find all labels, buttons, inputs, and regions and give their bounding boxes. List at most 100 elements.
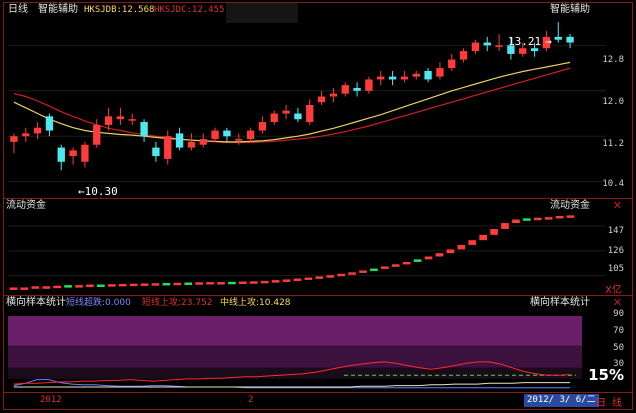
flow-bar — [402, 261, 411, 265]
flow-bar — [239, 281, 247, 285]
flow-bar — [555, 215, 564, 219]
candle-body — [436, 68, 444, 77]
candle-body — [270, 113, 278, 123]
candle-body — [22, 133, 30, 137]
candle-body — [93, 124, 101, 145]
candle-body — [412, 73, 420, 77]
candle-body — [128, 119, 136, 121]
candle-body — [223, 130, 231, 137]
sample-ytick-50: 50 — [613, 343, 624, 353]
price-chart[interactable] — [4, 3, 632, 199]
flow-bar — [217, 282, 225, 285]
flow-bar — [20, 287, 29, 290]
low-band — [8, 367, 582, 379]
candle-body — [530, 48, 539, 52]
flow-bar — [282, 279, 291, 282]
flow-ytick-105: 105 — [607, 264, 624, 274]
flow-bar — [523, 218, 531, 221]
main-price-panel[interactable]: 日线 智能辅助 HKSJDB:12.568 HKSJDC:12.455 智能辅助… — [4, 3, 632, 199]
ytick-11-2: 11.2 — [602, 139, 624, 149]
flow-bar — [228, 281, 236, 285]
candle-body — [33, 127, 42, 134]
flow-bar — [544, 217, 553, 220]
overbought-band — [8, 316, 582, 346]
flow-bar — [260, 280, 269, 284]
candle-body — [329, 93, 338, 97]
flow-bar — [533, 217, 542, 221]
flow-bar — [413, 259, 422, 262]
candle-body — [448, 59, 456, 69]
flow-bar — [446, 249, 455, 254]
sample-ytick-90: 90 — [613, 309, 624, 319]
axis-month: 2 — [248, 395, 254, 405]
flow-bar — [271, 280, 280, 283]
candle-body — [377, 76, 385, 80]
high-price-value: 13.21 — [508, 35, 542, 48]
flow-bar — [370, 268, 378, 272]
flow-bar — [118, 283, 127, 287]
candle-body — [554, 36, 562, 40]
candle-body — [152, 147, 160, 157]
candle-body — [306, 105, 314, 123]
flow-chart[interactable] — [4, 199, 632, 295]
candle-body — [45, 116, 54, 131]
flow-bar — [195, 282, 203, 285]
flow-ytick-126: 126 — [607, 246, 624, 256]
candle-body — [519, 48, 527, 54]
flow-bar — [348, 272, 356, 275]
candle-body — [495, 45, 503, 47]
flow-bar — [9, 287, 18, 290]
candle-body — [57, 147, 65, 162]
flow-bar — [468, 240, 477, 245]
flow-bar — [315, 276, 324, 279]
candle-body — [294, 113, 302, 120]
candle-body — [258, 122, 267, 131]
flow-bar — [151, 283, 160, 286]
flow-panel[interactable]: 流动资金 流动资金 ✕ 147 126 105 X亿 — [4, 199, 632, 296]
period-short-button[interactable]: 日 — [596, 394, 606, 409]
flow-bar — [391, 264, 400, 267]
candle-body — [353, 87, 361, 91]
flow-bar — [42, 286, 51, 289]
neutral-band — [8, 345, 582, 368]
candle-body — [116, 116, 125, 120]
sample-ytick-70: 70 — [613, 326, 624, 336]
sample-panel[interactable]: 横向样本统计 短线超跌:0.000 短线上攻:23.752 中线上攻:10.42… — [4, 296, 632, 392]
percent-overlay: 15% — [588, 366, 624, 384]
flow-bar — [249, 281, 258, 284]
candle-body — [164, 136, 172, 159]
candle-body — [424, 70, 432, 80]
low-price-label: ←10.30 — [78, 185, 118, 198]
candle-body — [104, 116, 113, 125]
flow-bar — [53, 285, 61, 289]
high-arrow-icon: → — [545, 35, 552, 48]
time-axis: 2012 2 2012/ 3/ 6/二 日 线 — [4, 392, 632, 409]
flow-bar — [479, 234, 487, 241]
candle-body — [235, 139, 243, 141]
candle-body — [400, 76, 409, 80]
flow-bar — [184, 282, 193, 285]
flow-bar — [206, 282, 214, 285]
low-arrow-icon: ← — [78, 185, 85, 198]
candle-body — [365, 79, 373, 91]
candle-body — [483, 42, 491, 46]
flow-unit: X亿 — [605, 285, 622, 296]
candle-body — [10, 136, 18, 142]
candle-body — [69, 150, 77, 157]
candle-body — [317, 96, 326, 103]
flow-bar — [512, 219, 520, 224]
flow-bar — [140, 283, 149, 286]
flow-bar — [173, 282, 182, 286]
mode-button[interactable]: 线 — [612, 394, 622, 409]
ytick-12-0: 12.0 — [602, 97, 624, 107]
flow-ytick-147: 147 — [607, 226, 624, 236]
sample-chart[interactable] — [4, 296, 632, 392]
candle-body — [246, 130, 255, 140]
flow-bar — [304, 277, 313, 281]
flow-bar — [435, 253, 444, 257]
flow-bar — [424, 256, 433, 260]
flow-bar — [501, 223, 509, 229]
flow-bar — [490, 228, 498, 235]
flow-bar — [381, 266, 389, 269]
flow-bar — [326, 275, 335, 278]
